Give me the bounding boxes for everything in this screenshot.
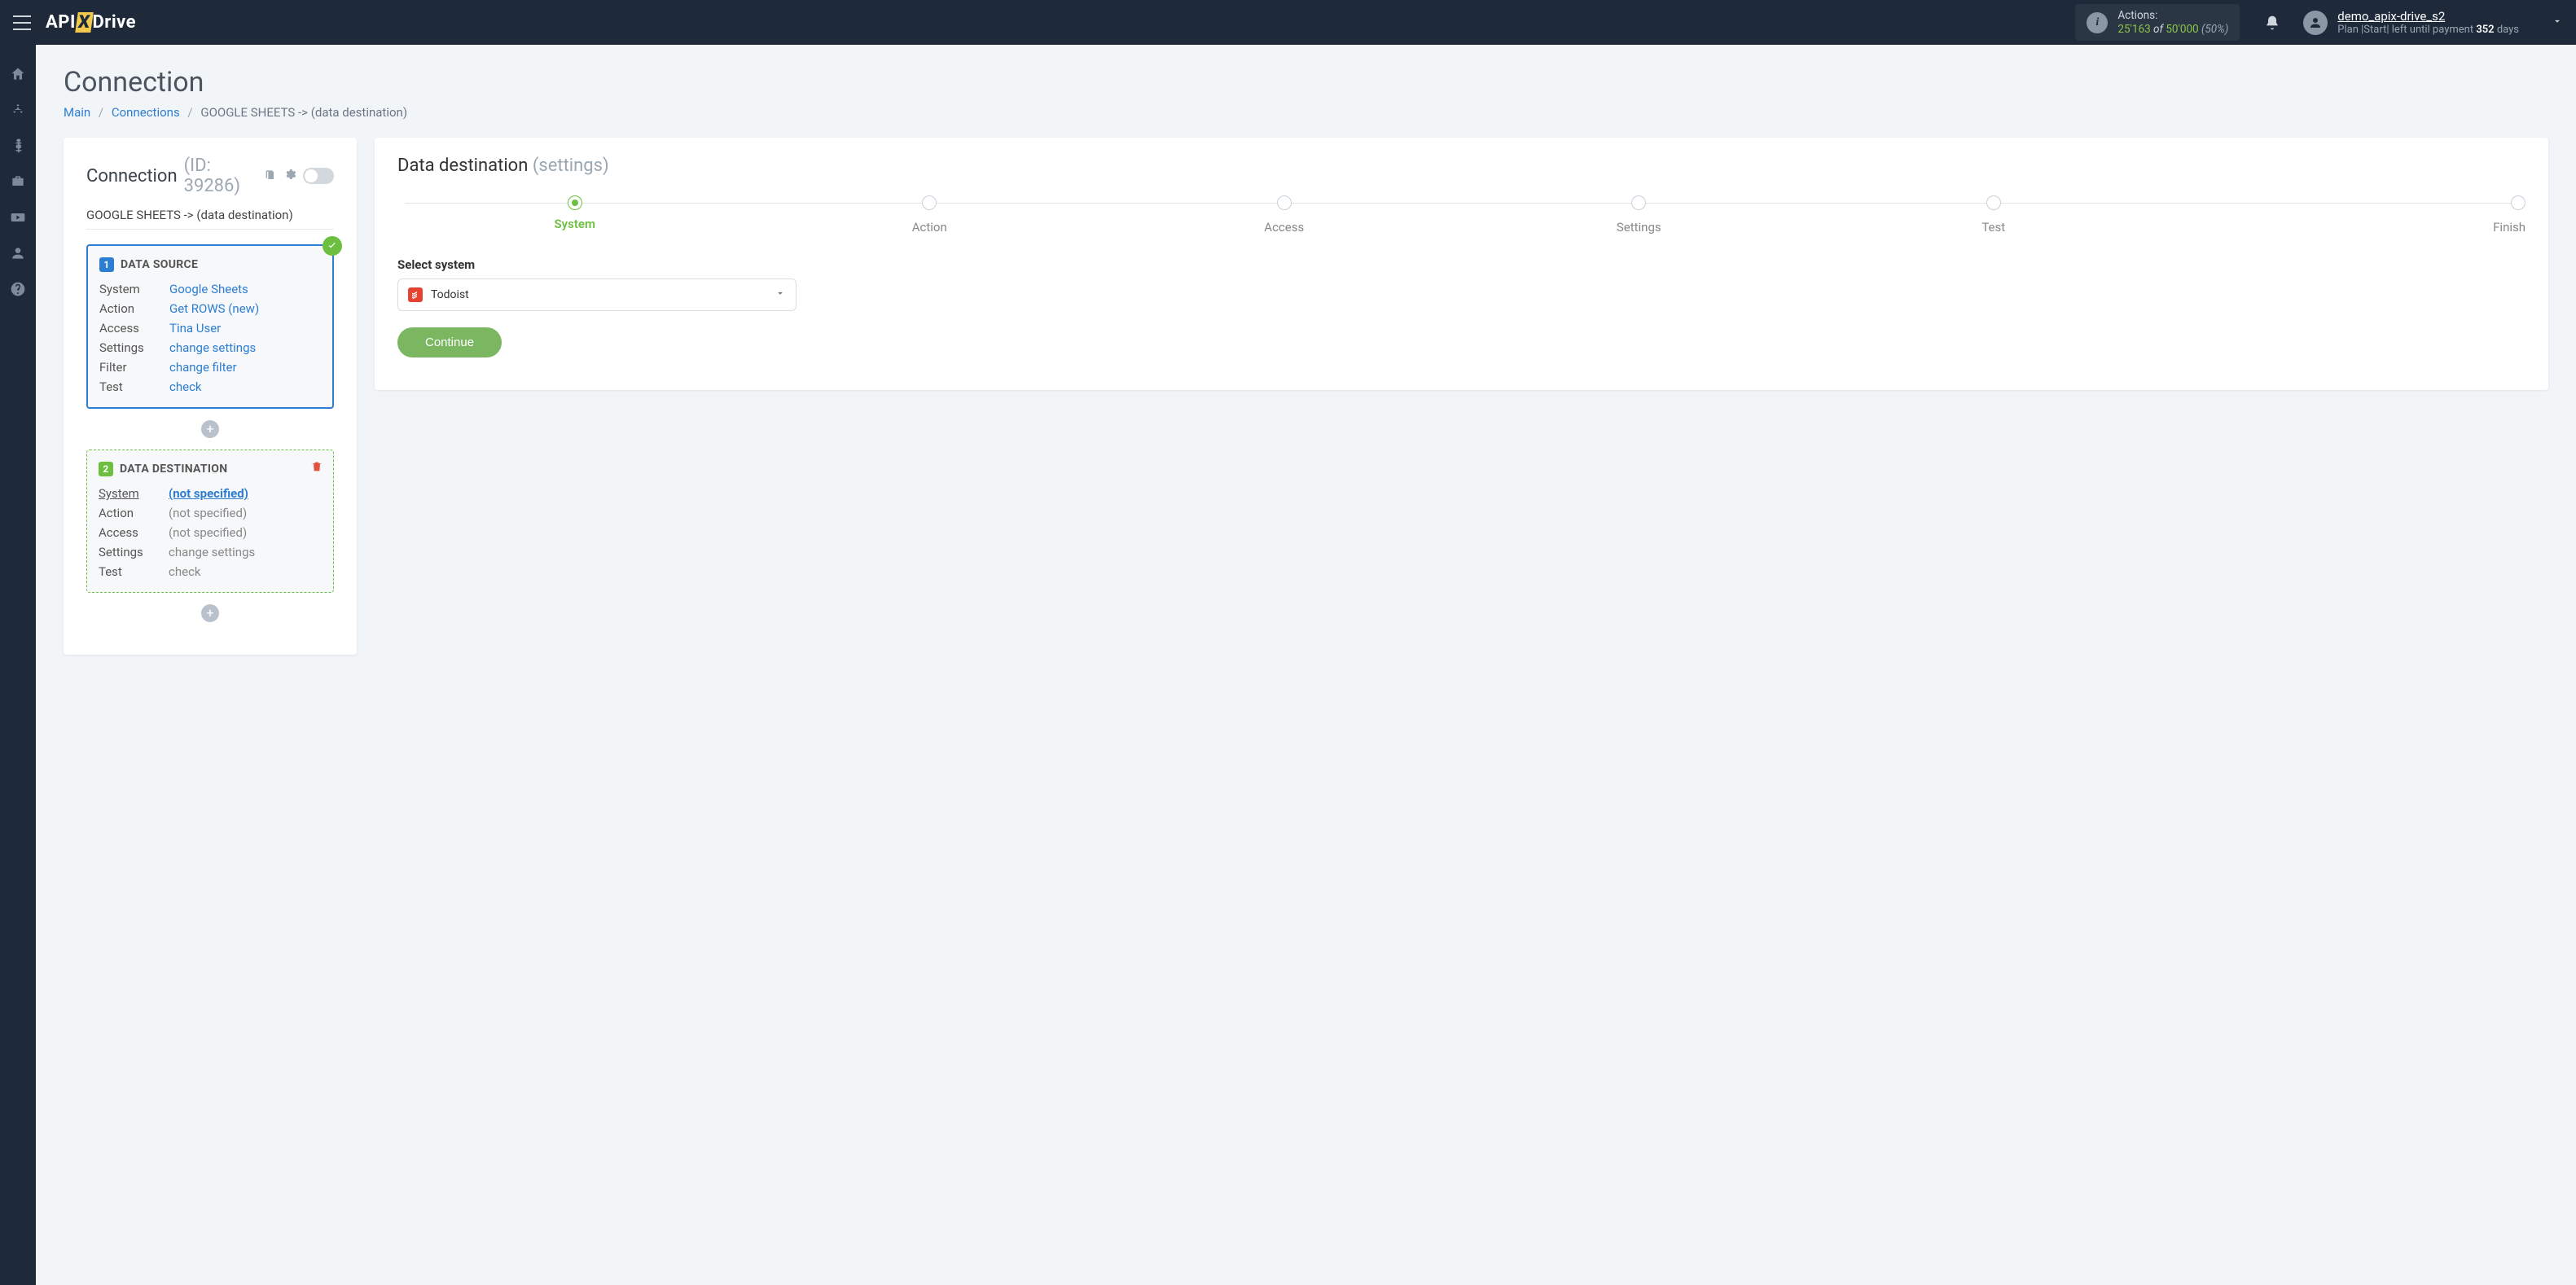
selected-system-value: Todoist xyxy=(431,288,469,301)
connection-subtitle: GOOGLE SHEETS -> (data destination) xyxy=(86,208,334,230)
breadcrumb-main[interactable]: Main xyxy=(64,105,90,120)
step-finish[interactable]: Finish xyxy=(2171,195,2526,235)
connection-id: (ID: 39286) xyxy=(184,156,257,196)
user-plan: Plan |Start| left until payment 352 days xyxy=(2337,24,2519,36)
breadcrumb-current: GOOGLE SHEETS -> (data destination) xyxy=(200,105,407,120)
dest-system-link[interactable]: (not specified) xyxy=(169,486,248,501)
select-system-dropdown[interactable]: Todoist xyxy=(397,278,796,311)
dest-action-value: (not specified) xyxy=(169,506,247,520)
dest-title: DATA DESTINATION xyxy=(120,463,227,476)
continue-button[interactable]: Continue xyxy=(397,327,502,357)
source-system-link[interactable]: Google Sheets xyxy=(169,282,248,296)
source-action-link[interactable]: Get ROWS (new) xyxy=(169,301,259,316)
step-action[interactable]: Action xyxy=(753,195,1108,235)
source-title: DATA SOURCE xyxy=(121,258,198,271)
logo-api: API xyxy=(46,12,76,33)
source-access-link[interactable]: Tina User xyxy=(169,321,221,336)
trash-icon[interactable] xyxy=(310,460,323,476)
step-test[interactable]: Test xyxy=(1816,195,2171,235)
step-access[interactable]: Access xyxy=(1107,195,1462,235)
wizard-stepper: System Action Access Settings Test xyxy=(397,195,2526,235)
actions-summary[interactable]: i Actions: 25'163 of 50'000 (50%) xyxy=(2075,4,2240,42)
dest-settings-value: change settings xyxy=(169,545,255,559)
chevron-down-icon xyxy=(775,287,786,302)
settings-title: Data destination (settings) xyxy=(397,156,2526,176)
user-menu[interactable]: demo_apix-drive_s2 Plan |Start| left unt… xyxy=(2303,9,2519,36)
data-source-card[interactable]: 1 DATA SOURCE System Google Sheets Actio… xyxy=(86,244,334,409)
source-test-link[interactable]: check xyxy=(169,379,202,394)
user-name: demo_apix-drive_s2 xyxy=(2337,9,2519,24)
todoist-icon xyxy=(408,287,423,302)
settings-panel: Data destination (settings) System Actio… xyxy=(375,138,2548,390)
connection-title: Connection xyxy=(86,166,178,186)
gear-icon[interactable] xyxy=(283,168,296,184)
dest-test-value: check xyxy=(169,564,201,579)
info-icon: i xyxy=(2087,12,2108,33)
source-settings-link[interactable]: change settings xyxy=(169,340,256,355)
rail-billing-icon[interactable] xyxy=(9,137,27,155)
rail-connections-icon[interactable] xyxy=(9,101,27,119)
actions-label: Actions: xyxy=(2117,9,2228,23)
menu-toggle[interactable] xyxy=(13,15,31,30)
connection-enable-toggle[interactable] xyxy=(303,168,334,184)
rail-account-icon[interactable] xyxy=(9,244,27,262)
side-rail xyxy=(0,45,36,1285)
logo-x: X xyxy=(75,12,93,33)
actions-values: 25'163 of 50'000 (50%) xyxy=(2117,23,2228,37)
top-header: APIXDrive i Actions: 25'163 of 50'000 (5… xyxy=(0,0,2576,45)
breadcrumb: Main / Connections / GOOGLE SHEETS -> (d… xyxy=(64,105,2548,120)
check-circle-icon xyxy=(323,236,342,256)
source-filter-link[interactable]: change filter xyxy=(169,360,237,375)
rail-help-icon[interactable] xyxy=(9,280,27,298)
dest-badge: 2 xyxy=(99,462,113,476)
step-system[interactable]: System xyxy=(397,195,753,231)
rail-home-icon[interactable] xyxy=(9,65,27,83)
step-settings[interactable]: Settings xyxy=(1462,195,1817,235)
chevron-down-icon[interactable] xyxy=(2552,15,2563,30)
logo[interactable]: APIXDrive xyxy=(46,12,136,33)
logo-drive: Drive xyxy=(92,12,136,33)
rail-briefcase-icon[interactable] xyxy=(9,173,27,191)
data-destination-card[interactable]: 2 DATA DESTINATION System (not specified… xyxy=(86,450,334,593)
breadcrumb-connections[interactable]: Connections xyxy=(112,105,180,120)
add-step-button-1[interactable]: + xyxy=(201,420,219,438)
page-title: Connection xyxy=(64,66,2548,99)
copy-icon[interactable] xyxy=(264,168,277,184)
rail-youtube-icon[interactable] xyxy=(9,208,27,226)
notifications-icon[interactable] xyxy=(2264,15,2280,31)
avatar-icon xyxy=(2303,11,2328,35)
add-step-button-2[interactable]: + xyxy=(201,604,219,622)
dest-access-value: (not specified) xyxy=(169,525,247,540)
source-badge: 1 xyxy=(99,257,114,272)
select-system-label: Select system xyxy=(397,257,2526,272)
connection-panel: Connection (ID: 39286) GOOGLE SHEETS -> … xyxy=(64,138,357,655)
